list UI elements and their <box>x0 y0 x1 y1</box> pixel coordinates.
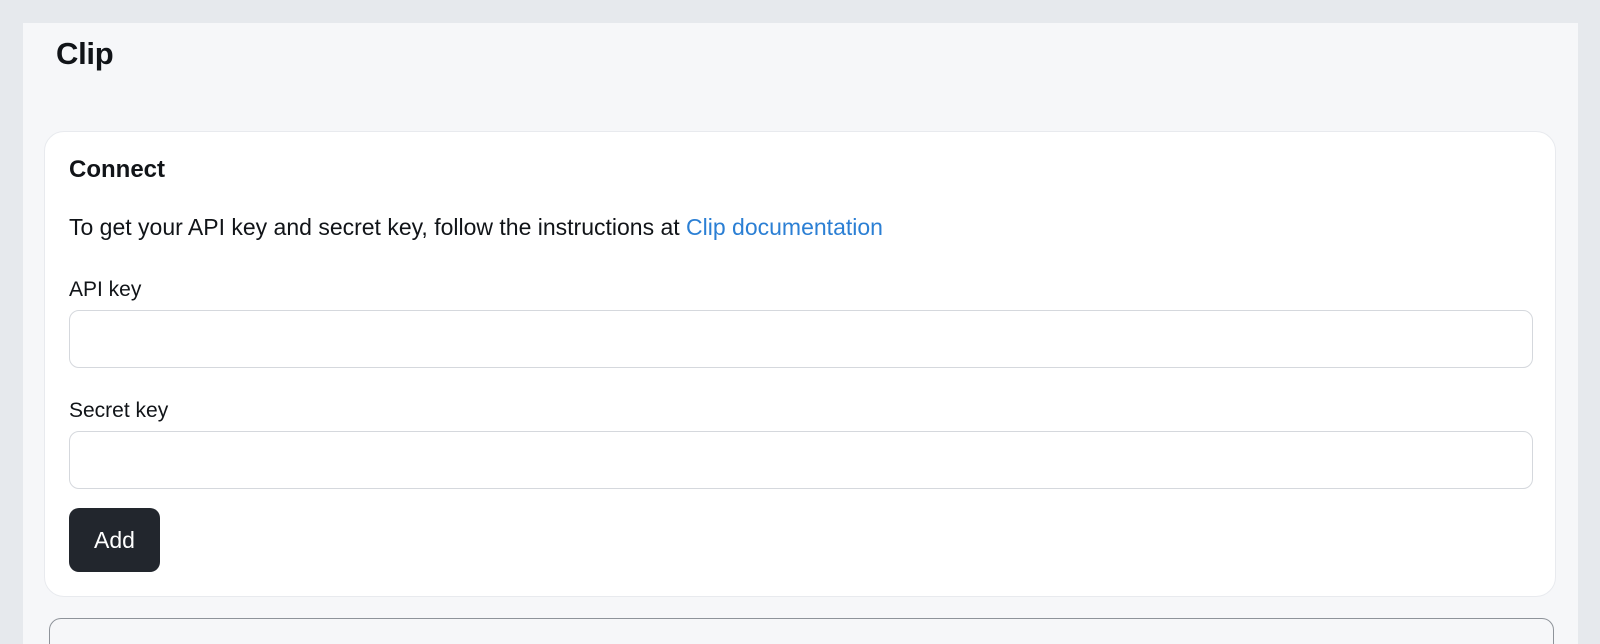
page-title: Clip <box>56 36 114 71</box>
connect-card-title: Connect <box>69 156 165 183</box>
add-button[interactable]: Add <box>69 508 160 572</box>
app-window: Clip Connect To get your API key and sec… <box>23 23 1578 644</box>
api-key-label: API key <box>69 278 142 301</box>
secret-key-input[interactable] <box>69 431 1533 489</box>
clip-documentation-link[interactable]: Clip documentation <box>686 214 883 240</box>
connect-instructions-text: To get your API key and secret key, foll… <box>69 214 687 240</box>
api-key-input[interactable] <box>69 310 1533 368</box>
next-card <box>49 618 1554 644</box>
connect-card: Connect To get your API key and secret k… <box>44 131 1556 597</box>
connect-instructions: To get your API key and secret key, foll… <box>69 210 883 244</box>
secret-key-label: Secret key <box>69 399 169 422</box>
